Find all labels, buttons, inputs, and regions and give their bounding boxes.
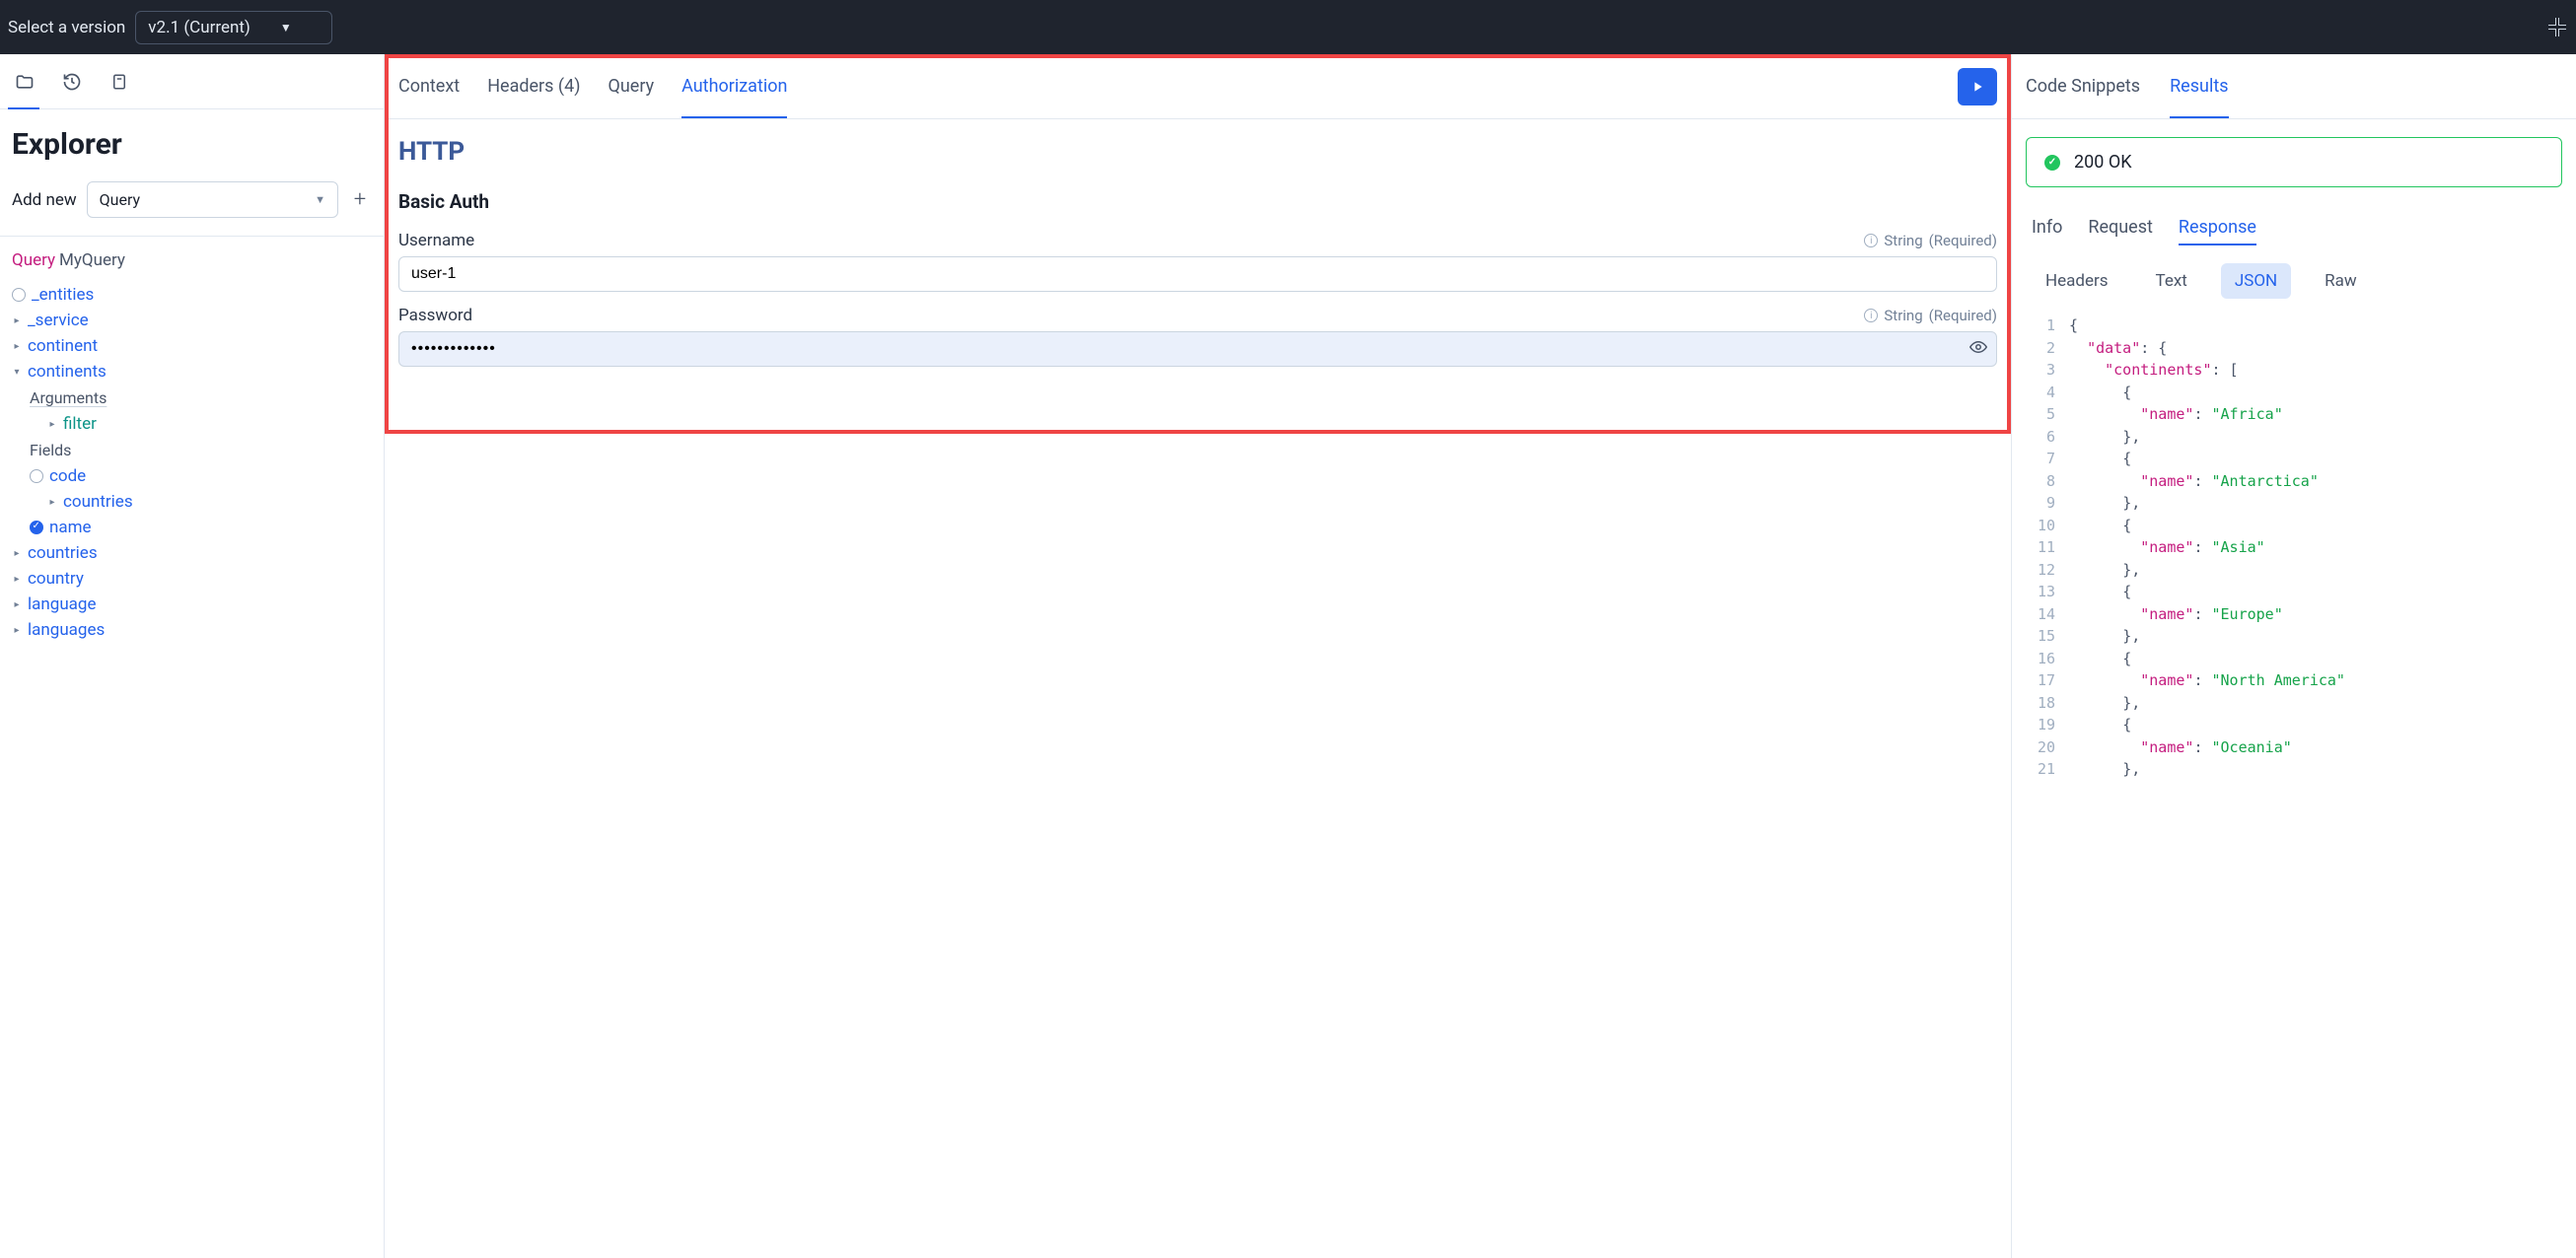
chevron-down-icon: ▼ <box>315 193 325 206</box>
tab-results[interactable]: Results <box>2170 56 2228 118</box>
auth-subtitle: Basic Auth <box>398 190 1997 213</box>
top-bar: Select a version v2.1 (Current) ▼ <box>0 0 2576 54</box>
subtab-response[interactable]: Response <box>2179 211 2256 245</box>
right-panel: Code Snippets Results 200 OK Info Reques… <box>2012 54 2576 1258</box>
tree-entities[interactable]: _entities <box>12 282 372 308</box>
code-line: 7 { <box>2026 448 2562 470</box>
code-line: 21 }, <box>2026 758 2562 781</box>
code-line: 11 "name": "Asia" <box>2026 536 2562 559</box>
code-line: 17 "name": "North America" <box>2026 669 2562 692</box>
success-icon <box>2044 155 2060 171</box>
tab-headers[interactable]: Headers (4) <box>487 56 580 116</box>
tree-filter[interactable]: ▸filter <box>12 411 372 437</box>
tab-snippets[interactable]: Code Snippets <box>2026 56 2140 116</box>
code-line: 8 "name": "Antarctica" <box>2026 470 2562 493</box>
tab-query[interactable]: Query <box>608 56 654 116</box>
add-new-value: Query <box>100 190 140 209</box>
code-line: 15 }, <box>2026 625 2562 648</box>
version-value: v2.1 (Current) <box>148 18 250 37</box>
json-response: 1{2 "data": {3 "continents": [4 {5 "name… <box>2026 314 2562 781</box>
collapse-icon[interactable] <box>2548 18 2568 37</box>
tree-country[interactable]: ▸country <box>12 566 372 592</box>
middle-panel: Context Headers (4) Query Authorization … <box>385 54 2012 1258</box>
code-line: 1{ <box>2026 314 2562 337</box>
format-tabs: Headers Text JSON Raw <box>2026 263 2562 299</box>
code-line: 12 }, <box>2026 559 2562 582</box>
left-panel: Explorer Add new Query ▼ + QueryMyQuery … <box>0 54 385 1258</box>
chevron-down-icon: ▼ <box>280 21 292 35</box>
code-line: 10 { <box>2026 515 2562 537</box>
right-tabs: Code Snippets Results <box>2012 54 2576 119</box>
username-input[interactable] <box>398 256 1997 292</box>
version-label: Select a version <box>8 18 125 37</box>
left-icon-bar <box>0 54 384 109</box>
middle-tabs: Context Headers (4) Query Authorization <box>385 54 2011 119</box>
code-line: 18 }, <box>2026 692 2562 715</box>
code-line: 4 { <box>2026 382 2562 404</box>
fields-label: Fields <box>12 437 372 463</box>
password-hint: i String (Required) <box>1864 307 1997 324</box>
code-line: 5 "name": "Africa" <box>2026 403 2562 426</box>
run-button[interactable] <box>1958 68 1997 105</box>
tab-context[interactable]: Context <box>398 56 460 116</box>
file-icon[interactable] <box>108 71 130 93</box>
code-line: 20 "name": "Oceania" <box>2026 736 2562 759</box>
tree-field-countries[interactable]: ▸countries <box>12 489 372 515</box>
info-icon: i <box>1864 309 1878 322</box>
tree-languages[interactable]: ▸languages <box>12 617 372 643</box>
code-line: 19 { <box>2026 714 2562 736</box>
password-label: Password <box>398 306 472 325</box>
tab-authorization[interactable]: Authorization <box>681 56 787 118</box>
tree-field-code[interactable]: code <box>12 463 372 489</box>
format-headers[interactable]: Headers <box>2032 263 2122 299</box>
format-raw[interactable]: Raw <box>2311 263 2371 299</box>
code-line: 16 { <box>2026 648 2562 670</box>
add-button[interactable]: + <box>348 187 372 212</box>
code-line: 2 "data": { <box>2026 337 2562 360</box>
query-heading: QueryMyQuery <box>12 250 372 270</box>
history-icon[interactable] <box>61 71 83 93</box>
eye-icon[interactable] <box>1969 338 1987 360</box>
add-new-label: Add new <box>12 190 77 210</box>
code-line: 6 }, <box>2026 426 2562 449</box>
status-text: 200 OK <box>2074 152 2132 173</box>
arguments-label: Arguments <box>12 384 372 411</box>
code-line: 13 { <box>2026 581 2562 603</box>
subtab-request[interactable]: Request <box>2088 211 2153 245</box>
format-json[interactable]: JSON <box>2221 263 2291 299</box>
add-new-select[interactable]: Query ▼ <box>87 181 338 218</box>
version-select[interactable]: v2.1 (Current) ▼ <box>135 11 331 44</box>
username-hint: i String (Required) <box>1864 232 1997 249</box>
code-line: 14 "name": "Europe" <box>2026 603 2562 626</box>
result-subtabs: Info Request Response <box>2026 211 2562 245</box>
code-line: 9 }, <box>2026 492 2562 515</box>
tree-continents[interactable]: ▾continents <box>12 359 372 384</box>
subtab-info[interactable]: Info <box>2032 211 2062 245</box>
tree-countries[interactable]: ▸countries <box>12 540 372 566</box>
tree-language[interactable]: ▸language <box>12 592 372 617</box>
code-line: 3 "continents": [ <box>2026 359 2562 382</box>
password-input[interactable] <box>398 331 1997 367</box>
tree-continent[interactable]: ▸continent <box>12 333 372 359</box>
tree-service[interactable]: ▸_service <box>12 308 372 333</box>
tree-field-name[interactable]: name <box>12 515 372 540</box>
info-icon: i <box>1864 234 1878 247</box>
http-title: HTTP <box>398 137 1997 167</box>
folder-icon[interactable] <box>14 71 36 93</box>
format-text[interactable]: Text <box>2142 263 2201 299</box>
username-label: Username <box>398 231 474 250</box>
explorer-title: Explorer <box>12 127 372 162</box>
status-box: 200 OK <box>2026 137 2562 187</box>
